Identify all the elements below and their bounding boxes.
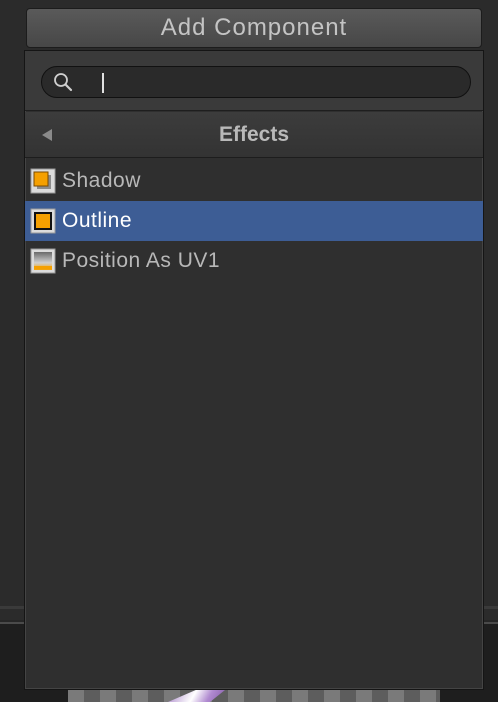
position-as-uv1-icon: [30, 248, 56, 274]
search-icon: [54, 73, 73, 92]
search-input[interactable]: [82, 70, 456, 94]
component-list: Shadow Outline Position As UV1: [25, 161, 483, 281]
add-component-popup: Effects Shadow Outline Position As UV1: [24, 50, 484, 690]
list-item-outline[interactable]: Outline: [25, 201, 483, 241]
category-title: Effects: [218, 123, 290, 146]
list-item-shadow[interactable]: Shadow: [25, 161, 483, 201]
search-field[interactable]: [41, 66, 471, 98]
list-item-label: Position As UV1: [62, 249, 221, 272]
shadow-effect-icon: [30, 168, 56, 194]
add-component-button[interactable]: Add Component: [26, 8, 482, 48]
list-item-position-as-uv1[interactable]: Position As UV1: [25, 241, 483, 281]
add-component-label: Add Component: [160, 14, 348, 41]
outline-effect-icon: [30, 208, 56, 234]
editor-window: Add Component Effects Shadow Outline Pos…: [0, 0, 498, 702]
preview-checkerboard: [68, 688, 440, 702]
text-cursor: [102, 73, 104, 93]
search-bar-area: [25, 51, 483, 111]
list-item-label: Shadow: [62, 169, 141, 192]
list-item-label: Outline: [62, 209, 133, 232]
category-header: Effects: [25, 112, 483, 158]
